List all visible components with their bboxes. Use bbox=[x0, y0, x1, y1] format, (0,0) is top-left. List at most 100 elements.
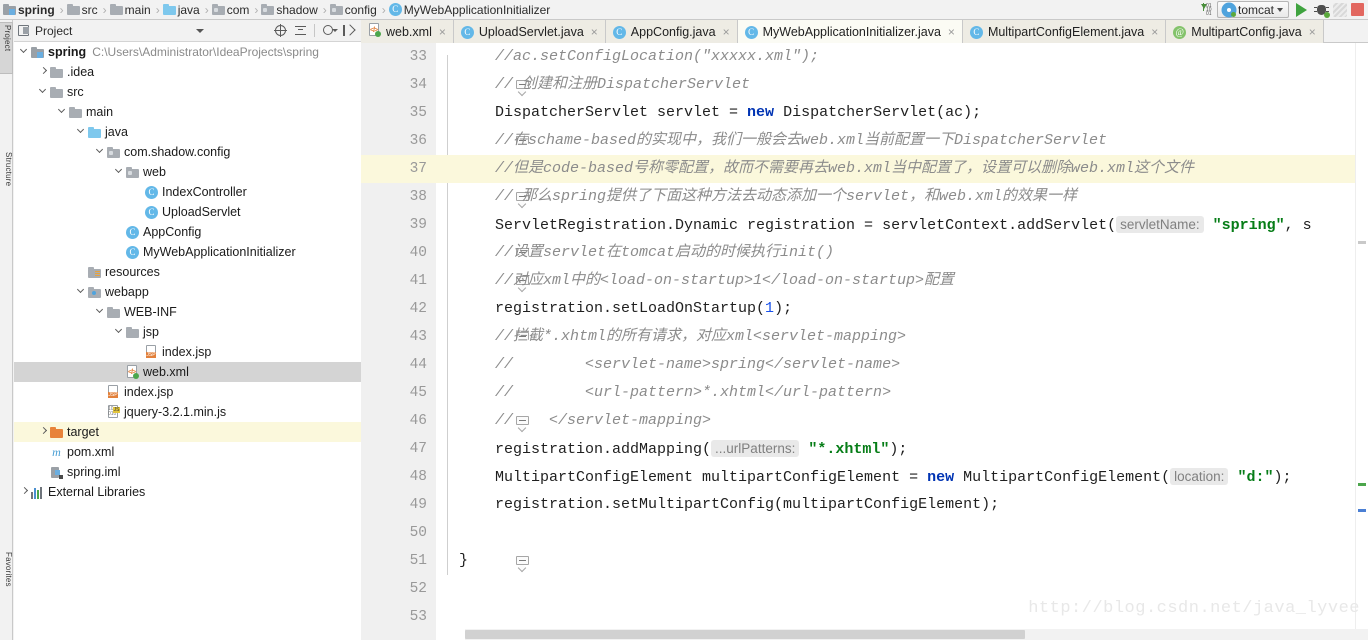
editor-tab-mywebapplicationinitializer-java[interactable]: C MyWebApplicationInitializer.java × bbox=[737, 20, 963, 43]
close-icon[interactable]: × bbox=[1309, 25, 1316, 39]
breadcrumb-label: MyWebApplicationInitializer bbox=[403, 2, 551, 17]
tree-item--idea[interactable]: .idea bbox=[14, 62, 361, 82]
tree-item-web-inf[interactable]: WEB-INF bbox=[14, 302, 361, 322]
strip-tab-project[interactable]: Project bbox=[0, 22, 13, 74]
close-icon[interactable]: × bbox=[948, 25, 955, 39]
code-line-41[interactable]: 41 //对应xml中的<load-on-startup>1</load-on-s… bbox=[361, 267, 1368, 295]
breadcrumb-label: spring bbox=[18, 2, 55, 17]
editor-tab-web-xml[interactable]: </> web.xml × bbox=[361, 20, 454, 43]
chevron-down-icon[interactable] bbox=[19, 42, 31, 62]
tree-item-com-shadow-config[interactable]: com.shadow.config bbox=[14, 142, 361, 162]
error-stripe-gutter[interactable] bbox=[1355, 43, 1368, 640]
breadcrumb-item-com[interactable]: com bbox=[211, 0, 253, 20]
run-play-icon[interactable] bbox=[1296, 2, 1307, 17]
tree-item-web[interactable]: web bbox=[14, 162, 361, 182]
hide-window-icon[interactable] bbox=[342, 24, 356, 37]
chevron-down-icon[interactable] bbox=[76, 122, 88, 142]
debug-bug-icon[interactable] bbox=[1314, 3, 1330, 18]
divider bbox=[314, 24, 315, 37]
breadcrumb-item-config[interactable]: config bbox=[329, 0, 380, 20]
breadcrumb-separator: › bbox=[322, 2, 327, 17]
close-icon[interactable]: × bbox=[439, 25, 446, 39]
code-line-44[interactable]: 44 // <servlet-name>spring</servlet-name> bbox=[361, 351, 1368, 379]
code-line-33[interactable]: 33 //ac.setConfigLocation("xxxxx.xml"); bbox=[361, 43, 1368, 71]
code-line-45[interactable]: 45 // <url-pattern>*.xhtml</url-pattern> bbox=[361, 379, 1368, 407]
code-line-40[interactable]: 40 //设置servlet在tomcat启动的时候执行init() bbox=[361, 239, 1368, 267]
close-icon[interactable]: × bbox=[1151, 25, 1158, 39]
editor-tab-multipartconfig-java[interactable]: @ MultipartConfig.java × bbox=[1166, 20, 1324, 43]
breadcrumb-item-main[interactable]: main bbox=[109, 0, 154, 20]
chevron-down-icon[interactable] bbox=[196, 28, 205, 33]
tree-item-java[interactable]: java bbox=[14, 122, 361, 142]
code-line-50[interactable]: 50 bbox=[361, 519, 1368, 547]
chevron-down-icon[interactable] bbox=[114, 162, 126, 182]
tree-item-spring[interactable]: spring C:\Users\Administrator\IdeaProject… bbox=[14, 42, 361, 62]
chevron-down-icon[interactable] bbox=[95, 302, 107, 322]
breadcrumb-item-spring[interactable]: spring bbox=[2, 0, 58, 20]
chevron-down-icon[interactable] bbox=[114, 322, 126, 342]
chevron-down-icon[interactable] bbox=[76, 282, 88, 302]
strip-tab-structure[interactable]: Structure bbox=[0, 150, 13, 210]
chevron-down-icon[interactable] bbox=[38, 82, 50, 102]
tree-item-index-jsp[interactable]: JSP index.jsp bbox=[14, 342, 361, 362]
scrollbar-thumb[interactable] bbox=[465, 630, 1025, 639]
code-line-37[interactable]: 37 //但是code-based号称零配置，故而不需要再去web.xml当中配置… bbox=[361, 155, 1368, 183]
chevron-right-icon[interactable] bbox=[39, 422, 50, 442]
tree-item-main[interactable]: main bbox=[14, 102, 361, 122]
code-line-43[interactable]: 43 //拦截*.xhtml的所有请求，对应xml<servlet-mapping… bbox=[361, 323, 1368, 351]
tree-item-label: webapp bbox=[105, 285, 149, 299]
tree-item-indexcontroller[interactable]: C IndexController bbox=[14, 182, 361, 202]
code-line-48[interactable]: 48 MultipartConfigElement multipartConfig… bbox=[361, 463, 1368, 491]
collapse-all-icon[interactable] bbox=[294, 24, 307, 37]
code-line-34[interactable]: 34 // 创建和注册DispatcherServlet bbox=[361, 71, 1368, 99]
tree-item-src[interactable]: src bbox=[14, 82, 361, 102]
stop-square-icon[interactable] bbox=[1351, 3, 1364, 16]
breadcrumb-item-shadow[interactable]: shadow bbox=[260, 0, 320, 20]
chevron-right-icon[interactable] bbox=[39, 62, 50, 82]
code-lines[interactable]: 33 //ac.setConfigLocation("xxxxx.xml"); 34… bbox=[361, 43, 1368, 640]
tree-item-target[interactable]: target bbox=[14, 422, 361, 442]
editor-tab-multipartconfigelement-java[interactable]: C MultipartConfigElement.java × bbox=[962, 20, 1167, 43]
code-line-36[interactable]: 36 //在schame-based的实现中，我们一般会去web.xml当前配置一… bbox=[361, 127, 1368, 155]
code-line-39[interactable]: 39 ServletRegistration.Dynamic registrati… bbox=[361, 211, 1368, 239]
strip-tab-favorites[interactable]: Favorites bbox=[0, 550, 13, 610]
breadcrumb-item-src[interactable]: src bbox=[66, 0, 101, 20]
chevron-down-icon[interactable] bbox=[57, 102, 69, 122]
code-line-49[interactable]: 49 registration.setMultipartConfig(multip… bbox=[361, 491, 1368, 519]
close-icon[interactable]: × bbox=[723, 25, 730, 39]
horizontal-scrollbar[interactable] bbox=[465, 629, 1368, 640]
gear-dropdown-icon[interactable] bbox=[322, 24, 338, 37]
code-line-42[interactable]: 42 registration.setLoadOnStartup(1); bbox=[361, 295, 1368, 323]
code-line-51[interactable]: 51} bbox=[361, 547, 1368, 575]
line-number: 45 bbox=[409, 385, 427, 401]
code-line-35[interactable]: 35 DispatcherServlet servlet = new Dispat… bbox=[361, 99, 1368, 127]
code-line-38[interactable]: 38 // 那么spring提供了下面这种方法去动态添加一个servlet，和we… bbox=[361, 183, 1368, 211]
chevron-down-icon[interactable] bbox=[95, 142, 107, 162]
code-keyword: new bbox=[927, 469, 955, 486]
tree-item-appconfig[interactable]: C AppConfig bbox=[14, 222, 361, 242]
breadcrumb-item-java[interactable]: java bbox=[162, 0, 203, 20]
tree-item-index-jsp[interactable]: JSP index.jsp bbox=[14, 382, 361, 402]
sort-numeric-icon[interactable]: 01 10 01 bbox=[1199, 2, 1213, 17]
editor-tab-uploadservlet-java[interactable]: C UploadServlet.java × bbox=[453, 20, 606, 43]
code-line-46[interactable]: 46 // </servlet-mapping> bbox=[361, 407, 1368, 435]
tree-item-pom-xml[interactable]: m pom.xml bbox=[14, 442, 361, 462]
tree-item-external-libraries[interactable]: External Libraries bbox=[14, 482, 361, 502]
tree-item-spring-iml[interactable]: spring.iml bbox=[14, 462, 361, 482]
project-tree[interactable]: spring C:\Users\Administrator\IdeaProject… bbox=[14, 42, 361, 640]
tree-item-webapp[interactable]: webapp bbox=[14, 282, 361, 302]
breadcrumb-item-mywebapplicationinitializer[interactable]: C MyWebApplicationInitializer bbox=[388, 0, 554, 20]
tree-item-uploadservlet[interactable]: C UploadServlet bbox=[14, 202, 361, 222]
editor-tab-appconfig-java[interactable]: C AppConfig.java × bbox=[605, 20, 738, 43]
chevron-right-icon[interactable] bbox=[20, 482, 31, 502]
tree-item-jsp[interactable]: jsp bbox=[14, 322, 361, 342]
close-icon[interactable]: × bbox=[591, 25, 598, 39]
run-configuration-selector[interactable]: tomcat bbox=[1216, 1, 1289, 18]
code-line-47[interactable]: 47 registration.addMapping(...urlPatterns… bbox=[361, 435, 1368, 463]
tree-item-mywebapplicationinitializer[interactable]: C MyWebApplicationInitializer bbox=[14, 242, 361, 262]
tree-item-jquery-3-2-1-min-js[interactable]: 10 010 JS jquery-3.2.1.min.js bbox=[14, 402, 361, 422]
tree-item-resources[interactable]: resources bbox=[14, 262, 361, 282]
tree-item-web-xml[interactable]: </> web.xml bbox=[14, 362, 361, 382]
scroll-from-source-icon[interactable] bbox=[274, 24, 287, 37]
code-editor[interactable]: 33 //ac.setConfigLocation("xxxxx.xml"); 34… bbox=[361, 43, 1368, 640]
